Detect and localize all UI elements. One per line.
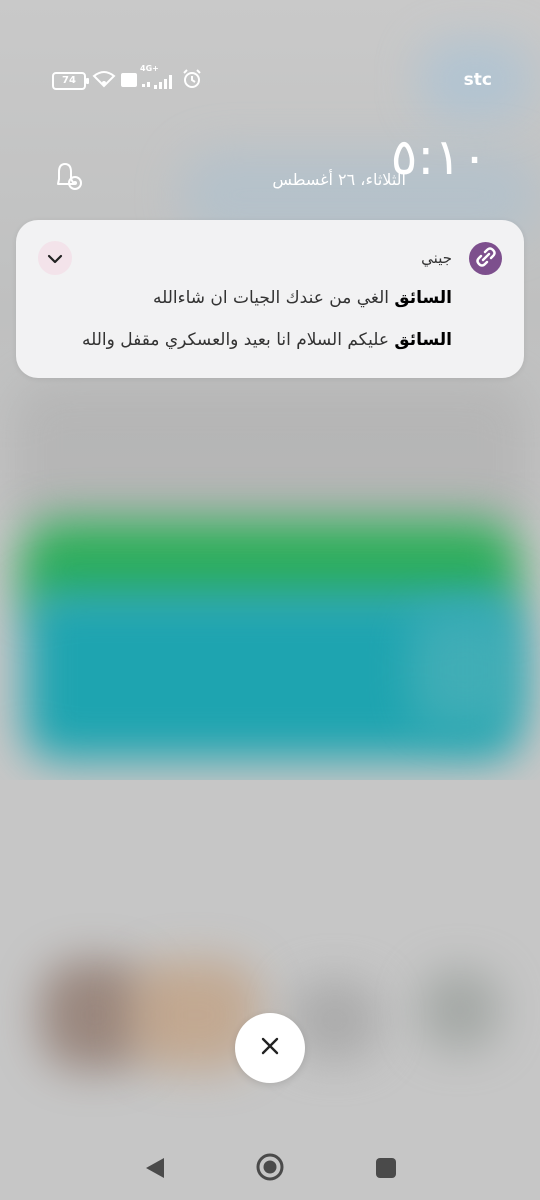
clear-notifications-button[interactable] — [235, 1013, 305, 1083]
recent-square-icon[interactable] — [376, 1158, 396, 1178]
chevron-down-icon — [47, 249, 63, 268]
battery-indicator: 74 — [52, 72, 89, 90]
close-icon — [260, 1036, 280, 1060]
notification-message: السائق عليكم السلام انا بعيد والعسكري مق… — [76, 330, 452, 350]
message-sender: السائق — [394, 288, 452, 308]
link-icon — [475, 246, 496, 271]
message-text: الغي من عندك الجيات ان شاءالله — [152, 288, 389, 308]
back-triangle-icon[interactable] — [144, 1156, 166, 1184]
notification-message: السائق الغي من عندك الجيات ان شاءالله — [76, 288, 452, 308]
home-circle-icon[interactable] — [255, 1152, 285, 1186]
message-text: عليكم السلام انا بعيد والعسكري مقفل والل… — [82, 330, 389, 350]
clock-date: الثلاثاء، ٢٦ أغسطس — [272, 170, 406, 189]
notification-card[interactable]: جيني السائق الغي من عندك الجيات ان شاءال… — [16, 220, 524, 378]
notification-app-name: جيني — [421, 249, 452, 267]
carrier-name: stc — [463, 70, 492, 90]
wifi-icon — [92, 70, 116, 92]
status-bar: 74 4G+ stc — [0, 64, 540, 94]
alarm-icon — [182, 69, 202, 93]
network-type: 4G+ — [140, 64, 159, 73]
app-icon — [469, 242, 502, 275]
bell-settings-icon[interactable] — [52, 160, 86, 196]
navigation-bar — [0, 1150, 540, 1186]
signal-icon — [142, 74, 176, 93]
volte-icon — [120, 72, 138, 92]
collapse-button[interactable] — [38, 241, 72, 275]
battery-level: 74 — [62, 75, 76, 86]
message-sender: السائق — [394, 330, 452, 350]
